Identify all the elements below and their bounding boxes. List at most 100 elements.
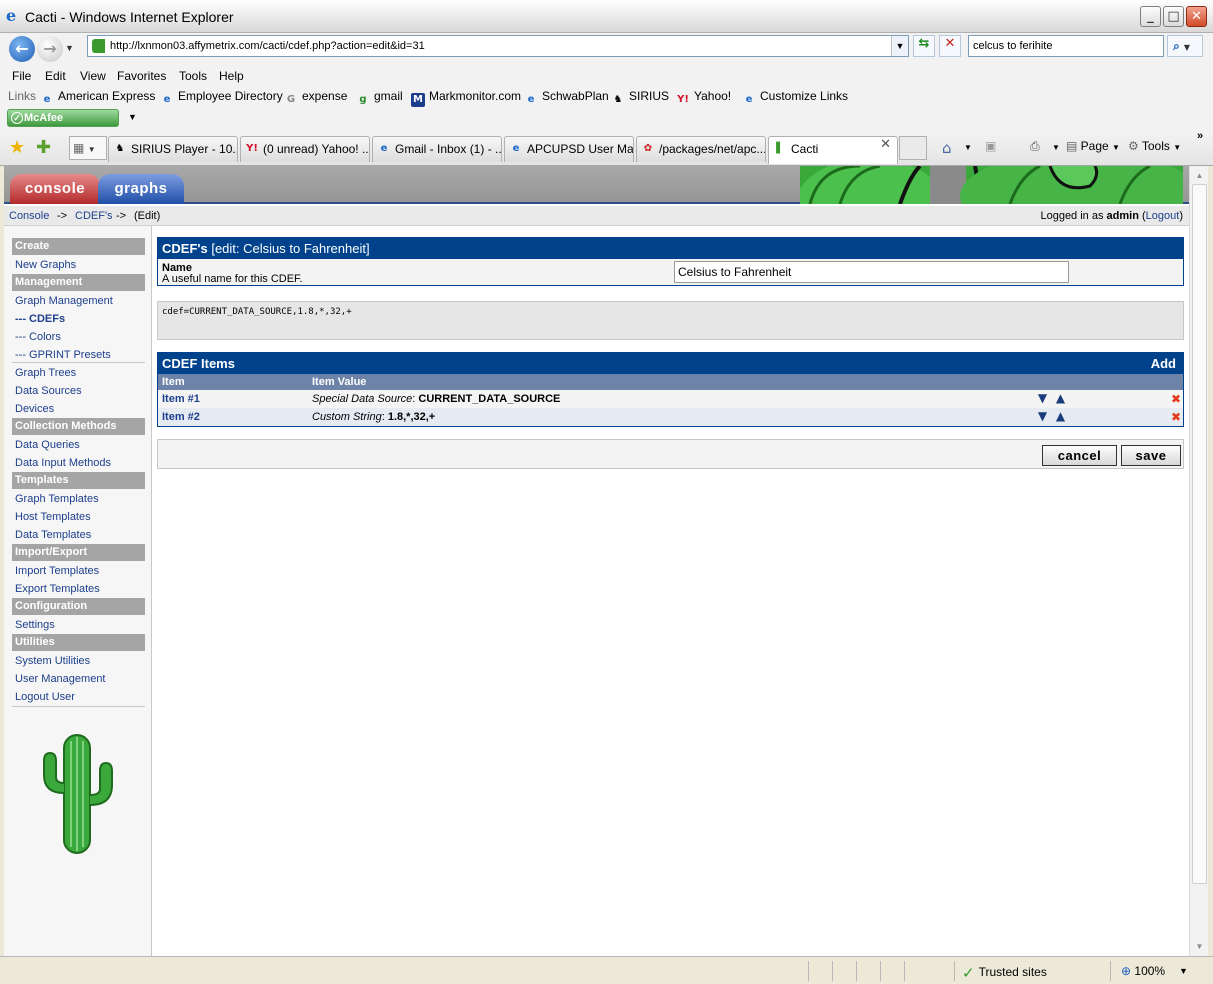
menu-file[interactable]: File	[12, 69, 31, 83]
console-tab[interactable]: console	[10, 174, 100, 204]
home-dropdown-icon[interactable]: ▼	[964, 143, 972, 152]
recent-pages-dropdown-icon[interactable]: ▼	[65, 43, 74, 53]
sidebar-item-graph-management[interactable]: Graph Management	[15, 295, 113, 307]
sidebar-item-gprint-presets[interactable]: --- GPRINT Presets	[15, 349, 111, 361]
links-label: Links	[8, 89, 37, 103]
home-icon[interactable]: ⌂	[942, 139, 952, 157]
address-bar[interactable]: http://lxnmon03.affymetrix.com/cacti/cde…	[87, 35, 909, 57]
menu-help[interactable]: Help	[219, 69, 244, 83]
search-button[interactable]: ⌕ ▼	[1167, 35, 1203, 57]
mcafee-dropdown-icon[interactable]: ▼	[128, 112, 137, 122]
favorites-star-icon[interactable]: ★	[9, 137, 25, 158]
sidebar-item-data-queries[interactable]: Data Queries	[15, 439, 80, 451]
tab-gmail[interactable]: e Gmail - Inbox (1) - ...	[372, 136, 502, 162]
feeds-icon[interactable]: ▣	[985, 139, 996, 153]
mcafee-siteadvisor-button[interactable]: ✓ McAfee SiteAdvisor	[7, 109, 119, 140]
link-employee-directory[interactable]: e Employee Directory	[160, 89, 283, 107]
page-dropdown-icon: ▼	[1112, 143, 1120, 152]
more-commands-icon[interactable]: »	[1197, 130, 1203, 142]
tab-sirius[interactable]: ♞ SIRIUS Player - 10...	[108, 136, 238, 162]
minimize-button[interactable]: _	[1140, 6, 1161, 27]
sidebar-item-host-templates[interactable]: Host Templates	[15, 511, 91, 523]
tab-yahoo[interactable]: Y! (0 unread) Yahoo! ...	[240, 136, 370, 162]
sidebar-item-import-templates[interactable]: Import Templates	[15, 565, 99, 577]
sidebar-item-logout-user[interactable]: Logout User	[15, 691, 75, 703]
cancel-button[interactable]: cancel	[1042, 445, 1117, 466]
link-expense[interactable]: Gexpense	[284, 89, 347, 107]
move-up-icon[interactable]: ▲	[1054, 410, 1067, 423]
item-1-link[interactable]: Item #1	[162, 393, 200, 405]
refresh-button[interactable]: ⇆	[913, 35, 935, 57]
move-up-icon[interactable]: ▲	[1054, 392, 1067, 405]
sidebar-item-data-sources[interactable]: Data Sources	[15, 385, 82, 397]
stop-button[interactable]: ✕	[939, 35, 961, 57]
sidebar-item-graph-trees[interactable]: Graph Trees	[15, 367, 76, 379]
tab-packages[interactable]: ✿ /packages/net/apc...	[636, 136, 766, 162]
sidebar-item-colors[interactable]: --- Colors	[15, 331, 61, 343]
tab-apcupsd[interactable]: e APCUPSD User Ma...	[504, 136, 634, 162]
logout-link[interactable]: Logout	[1146, 210, 1180, 222]
menu-view[interactable]: View	[80, 69, 106, 83]
tab-cacti[interactable]: ▌ Cacti ✕	[768, 136, 898, 164]
vertical-scrollbar[interactable]: ▲ ▼	[1189, 166, 1208, 956]
search-options-icon[interactable]: ▼	[1184, 43, 1190, 52]
menu-edit[interactable]: Edit	[45, 69, 66, 83]
delete-icon[interactable]: ✖	[1171, 410, 1181, 424]
breadcrumb-console[interactable]: Console	[9, 210, 49, 222]
new-tab-button[interactable]	[899, 136, 927, 160]
name-field[interactable]: Celsius to Fahrenheit	[674, 261, 1069, 283]
zoom-dropdown-icon[interactable]: ▼	[1179, 966, 1188, 976]
check-icon: ✓	[962, 964, 975, 982]
print-icon[interactable]: ⎙	[1030, 139, 1040, 154]
maximize-button[interactable]: □	[1163, 6, 1184, 27]
sidebar-item-cdefs[interactable]: --- CDEFs	[15, 313, 65, 325]
move-down-icon[interactable]: ▼	[1036, 410, 1049, 423]
move-down-icon[interactable]: ▼	[1036, 392, 1049, 405]
forward-button[interactable]: →	[37, 36, 63, 62]
graphs-tab[interactable]: graphs	[98, 174, 184, 204]
menu-tools[interactable]: Tools	[179, 69, 207, 83]
zoom-level[interactable]: ⊕ 100%	[1121, 964, 1165, 978]
add-favorite-icon[interactable]: ✚	[36, 137, 51, 158]
quick-tabs-button[interactable]: ▦ ▼	[69, 136, 107, 160]
add-item-link[interactable]: Add	[1151, 353, 1176, 374]
sidebar-item-data-templates[interactable]: Data Templates	[15, 529, 91, 541]
tools-menu[interactable]: ⚙ Tools ▼	[1128, 139, 1181, 153]
page-menu[interactable]: ▤ Page ▼	[1066, 139, 1120, 153]
link-gmail[interactable]: g gmail	[356, 89, 402, 107]
link-customize-links[interactable]: e Customize Links	[742, 89, 848, 107]
sidebar-item-data-input-methods[interactable]: Data Input Methods	[15, 457, 111, 469]
close-window-button[interactable]: ✕	[1186, 6, 1207, 27]
sidebar-item-graph-templates[interactable]: Graph Templates	[15, 493, 99, 505]
sidebar-item-new-graphs[interactable]: New Graphs	[15, 259, 76, 271]
cdef-items-header: CDEF Items Add	[158, 353, 1183, 374]
back-button[interactable]: ←	[9, 36, 35, 62]
sidebar-item-user-management[interactable]: User Management	[15, 673, 106, 685]
link-sirius[interactable]: ♞ SIRIUS	[611, 89, 670, 107]
sidebar-item-settings[interactable]: Settings	[15, 619, 55, 631]
link-markmonitor[interactable]: M Markmonitor.com	[411, 89, 521, 107]
search-value[interactable]: celcus to ferihite	[973, 40, 1052, 52]
sidebar-item-export-templates[interactable]: Export Templates	[15, 583, 100, 595]
tab-label: /packages/net/apc...	[659, 142, 766, 156]
address-url[interactable]: http://lxnmon03.affymetrix.com/cacti/cde…	[110, 40, 425, 52]
print-dropdown-icon[interactable]: ▼	[1052, 143, 1060, 152]
security-zone[interactable]: ✓ Trusted sites	[962, 964, 1047, 982]
delete-icon[interactable]: ✖	[1171, 392, 1181, 406]
save-button[interactable]: save	[1121, 445, 1181, 466]
close-tab-icon[interactable]: ✕	[880, 137, 891, 152]
search-input[interactable]: celcus to ferihite	[968, 35, 1164, 57]
sidebar-item-system-utilities[interactable]: System Utilities	[15, 655, 90, 667]
link-schwabplan[interactable]: e SchwabPlan	[524, 89, 609, 107]
address-dropdown-icon[interactable]: ▼	[891, 36, 908, 56]
link-american-express[interactable]: e American Express	[40, 89, 156, 107]
scroll-thumb[interactable]	[1192, 184, 1207, 884]
sidebar-item-devices[interactable]: Devices	[15, 403, 54, 415]
tab-list-dropdown-icon[interactable]: ▼	[88, 145, 96, 154]
item-2-link[interactable]: Item #2	[162, 411, 200, 423]
scroll-down-icon[interactable]: ▼	[1192, 939, 1207, 954]
scroll-up-icon[interactable]: ▲	[1192, 168, 1207, 183]
breadcrumb-cdefs[interactable]: CDEF's	[75, 210, 113, 222]
menu-favorites[interactable]: Favorites	[117, 69, 166, 83]
link-yahoo[interactable]: Y! Yahoo!	[676, 89, 731, 107]
